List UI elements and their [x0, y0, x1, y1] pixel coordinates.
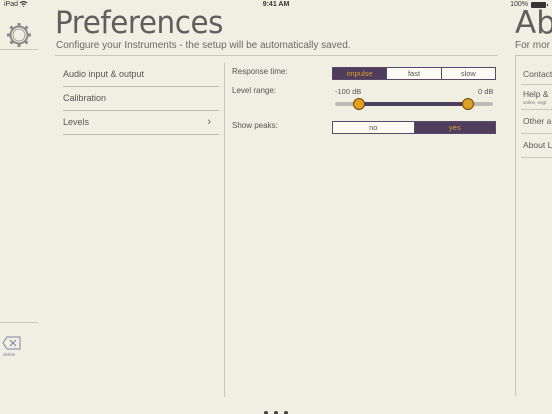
divider — [515, 56, 516, 396]
page-title: Preferences — [55, 5, 223, 41]
page-subtitle: Configure your Instruments - the setup w… — [56, 40, 351, 51]
response-time-control: impulse fast slow — [332, 67, 496, 80]
next-page-subtitle: For mor — [515, 40, 550, 51]
divider — [521, 133, 552, 134]
next-page-item[interactable]: About L — [523, 140, 552, 150]
divider — [0, 49, 38, 50]
divider — [521, 157, 552, 158]
chevron-right-icon: › — [207, 116, 211, 128]
next-page-title: Ab — [515, 5, 552, 41]
next-page-item[interactable]: Help & — [523, 89, 549, 99]
show-peaks-control: no yes — [332, 121, 496, 134]
next-page-item-sub: online, engl — [523, 100, 547, 105]
level-range-fill — [358, 102, 468, 106]
range-min-label: -100 dB — [335, 87, 362, 96]
peaks-yes-button[interactable]: yes — [413, 122, 495, 133]
response-slow-button[interactable]: slow — [440, 68, 495, 79]
menu-item-levels[interactable]: Levels › — [63, 111, 219, 135]
preferences-menu: Audio input & output Calibration Levels … — [63, 63, 219, 135]
menu-item-calibration[interactable]: Calibration — [63, 87, 219, 111]
divider — [521, 84, 552, 85]
header-divider — [55, 55, 498, 56]
divider — [521, 109, 552, 110]
gear-icon[interactable] — [6, 22, 32, 48]
menu-item-audio[interactable]: Audio input & output — [63, 63, 219, 87]
delete-label: delete — [3, 352, 16, 357]
range-max-label: 0 dB — [478, 87, 494, 96]
column-divider — [224, 63, 225, 397]
menu-item-label: Calibration — [63, 93, 107, 103]
range-high-handle[interactable] — [461, 98, 474, 110]
divider — [0, 322, 38, 323]
menu-item-label: Audio input & output — [63, 69, 145, 79]
level-range-label: Level range: — [232, 86, 277, 95]
page-indicator[interactable] — [0, 402, 552, 414]
range-low-handle[interactable] — [352, 98, 365, 110]
menu-item-label: Levels — [63, 117, 90, 127]
next-page-item[interactable]: Other a — [523, 116, 551, 126]
response-time-label: Response time: — [232, 67, 288, 76]
response-fast-button[interactable]: fast — [386, 68, 440, 79]
next-page-item[interactable]: Contact — [523, 69, 552, 79]
divider — [515, 55, 552, 56]
peaks-no-button[interactable]: no — [333, 122, 414, 133]
show-peaks-label: Show peaks: — [232, 121, 278, 130]
response-impulse-button[interactable]: impulse — [333, 68, 387, 79]
